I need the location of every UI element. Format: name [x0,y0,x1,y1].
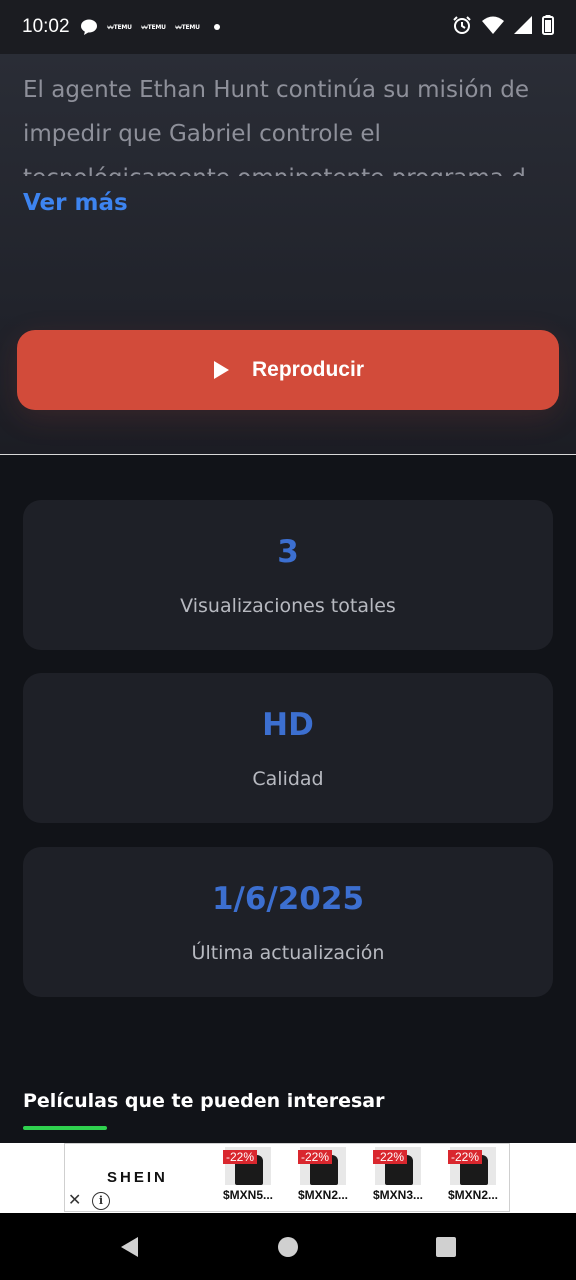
stat-value: HD [262,707,314,743]
stat-value: 3 [277,534,299,570]
status-bar: 10:02 ⩝⩝ TEMU ⩝⩝ TEMU ⩝⩝ TEMU [0,0,576,54]
product-price: $MXN5... [223,1188,274,1202]
close-icon[interactable]: ✕ [68,1190,81,1209]
dot-icon [213,24,220,30]
ad-product[interactable]: -22% $MXN2... [298,1147,358,1207]
product-price: $MXN3... [373,1188,424,1202]
discount-badge: -22% [298,1150,333,1164]
stat-label: Última actualización [191,942,385,964]
temu-label: TEMU [181,23,200,31]
status-right [452,15,554,39]
back-icon[interactable] [118,1235,140,1259]
product-price: $MXN2... [448,1188,499,1202]
play-button[interactable]: Reproducir [17,330,559,410]
temu-label: TEMU [113,23,132,31]
stat-value: 1/6/2025 [211,881,365,917]
temu-icon: ⩝⩝ TEMU [107,23,132,31]
ad-product[interactable]: -22% $MXN3... [373,1147,433,1207]
temu-icon: ⩝⩝ TEMU [141,23,166,31]
see-more-link[interactable]: Ver más [23,190,128,216]
wifi-icon [482,16,504,38]
ad-product[interactable]: -22% $MXN2... [448,1147,508,1207]
battery-icon [542,15,554,39]
status-time: 10:02 [22,16,70,37]
temu-icon: ⩝⩝ TEMU [175,23,200,31]
chat-bubble-icon [80,18,98,36]
discount-badge: -22% [448,1150,483,1164]
ad-box[interactable]: ✕ i SHEIN -22% $MXN5... -22% $MXN2... -2… [64,1143,510,1212]
play-button-label: Reproducir [251,358,364,381]
ad-brand-logo: SHEIN [107,1169,168,1186]
stat-label: Calidad [252,768,324,790]
ad-product[interactable]: -22% $MXN5... [223,1147,283,1207]
divider [0,454,576,455]
recommendations-title: Películas que te pueden interesar [23,1090,385,1112]
recents-icon[interactable] [435,1236,457,1258]
ad-banner[interactable]: ✕ i SHEIN -22% $MXN5... -22% $MXN2... -2… [0,1143,576,1213]
stat-card-updated: 1/6/2025 Última actualización [23,847,553,997]
home-icon[interactable] [277,1236,299,1258]
temu-label: TEMU [147,23,166,31]
signal-icon [514,16,532,38]
alarm-icon [452,15,472,39]
stat-card-views: 3 Visualizaciones totales [23,500,553,650]
system-nav-bar [0,1213,576,1280]
status-left: 10:02 ⩝⩝ TEMU ⩝⩝ TEMU ⩝⩝ TEMU [22,16,220,38]
product-price: $MXN2... [298,1188,349,1202]
play-icon [213,361,229,379]
info-icon[interactable]: i [92,1192,110,1210]
stat-label: Visualizaciones totales [180,595,396,617]
discount-badge: -22% [223,1150,258,1164]
discount-badge: -22% [373,1150,408,1164]
stat-card-quality: HD Calidad [23,673,553,823]
section-underline [23,1126,107,1130]
hero-section: El agente Ethan Hunt continúa su misión … [0,54,576,454]
synopsis-text: El agente Ethan Hunt continúa su misión … [23,77,530,176]
